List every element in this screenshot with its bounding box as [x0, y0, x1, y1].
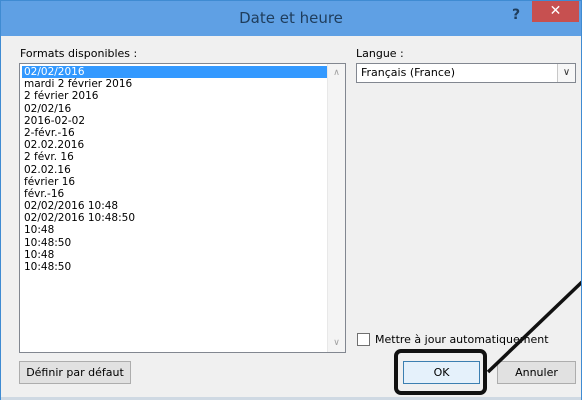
date-time-dialog: Date et heure ? ✕ Formats disponibles : … — [0, 0, 582, 400]
pointer-arrow — [486, 280, 582, 374]
pointer-line — [486, 280, 582, 374]
